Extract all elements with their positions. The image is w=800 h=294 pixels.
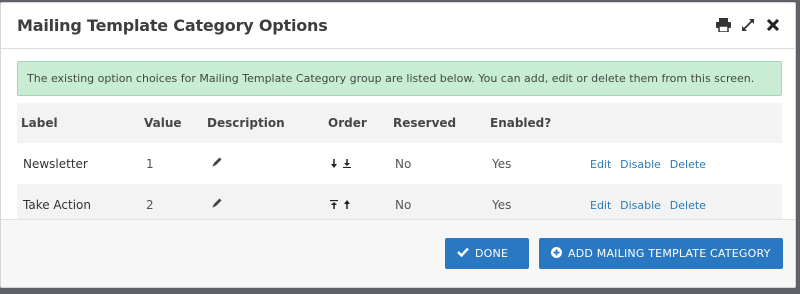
delete-link[interactable]: Delete <box>670 199 706 212</box>
done-button-label: DONE <box>475 247 509 260</box>
dialog-title: Mailing Template Category Options <box>17 16 328 35</box>
add-category-button[interactable]: ADD MAILING TEMPLATE CATEGORY <box>539 238 783 269</box>
column-header-actions <box>584 103 782 143</box>
expand-icon[interactable] <box>740 17 756 33</box>
add-category-button-label: ADD MAILING TEMPLATE CATEGORY <box>568 247 771 260</box>
arrow-up-icon[interactable] <box>343 198 351 212</box>
row-enabled: Yes <box>492 156 512 171</box>
pencil-icon[interactable] <box>211 197 223 209</box>
arrow-top-icon[interactable] <box>330 198 338 212</box>
disable-link[interactable]: Disable <box>620 199 661 212</box>
table-row: Newsletter 1 No Yes Edit Disable Delete <box>17 143 782 184</box>
arrow-down-icon[interactable] <box>330 157 338 171</box>
row-order <box>324 143 389 184</box>
row-reserved: No <box>395 156 412 171</box>
header-icons <box>715 17 781 33</box>
column-header-reserved[interactable]: Reserved <box>389 103 486 143</box>
options-table: Label Value Description Order Reserved E… <box>17 103 782 225</box>
done-button[interactable]: DONE <box>445 238 529 269</box>
column-header-enabled[interactable]: Enabled? <box>486 103 584 143</box>
info-alert: The existing option choices for Mailing … <box>17 61 782 96</box>
column-header-order[interactable]: Order <box>324 103 389 143</box>
row-actions: Edit Disable Delete <box>584 143 782 184</box>
arrow-bottom-icon[interactable] <box>343 157 351 171</box>
check-icon <box>457 247 469 260</box>
row-value[interactable]: 1 <box>140 143 203 184</box>
edit-link[interactable]: Edit <box>590 158 611 171</box>
dialog-header: Mailing Template Category Options <box>1 3 795 49</box>
row-description[interactable] <box>203 143 324 184</box>
close-icon[interactable] <box>765 17 781 33</box>
page-scrollbar[interactable] <box>796 0 800 294</box>
row-label[interactable]: Newsletter <box>17 143 140 184</box>
table-header-row: Label Value Description Order Reserved E… <box>17 103 782 143</box>
pencil-icon[interactable] <box>211 156 223 168</box>
column-header-label[interactable]: Label <box>17 103 140 143</box>
delete-link[interactable]: Delete <box>670 158 706 171</box>
dialog-footer: DONE ADD MAILING TEMPLATE CATEGORY <box>1 219 795 287</box>
print-icon[interactable] <box>715 17 731 33</box>
plus-circle-icon <box>551 246 562 261</box>
disable-link[interactable]: Disable <box>620 158 661 171</box>
column-header-description[interactable]: Description <box>203 103 324 143</box>
column-header-value[interactable]: Value <box>140 103 203 143</box>
dialog: Mailing Template Category Options The ex… <box>0 2 796 288</box>
edit-link[interactable]: Edit <box>590 199 611 212</box>
